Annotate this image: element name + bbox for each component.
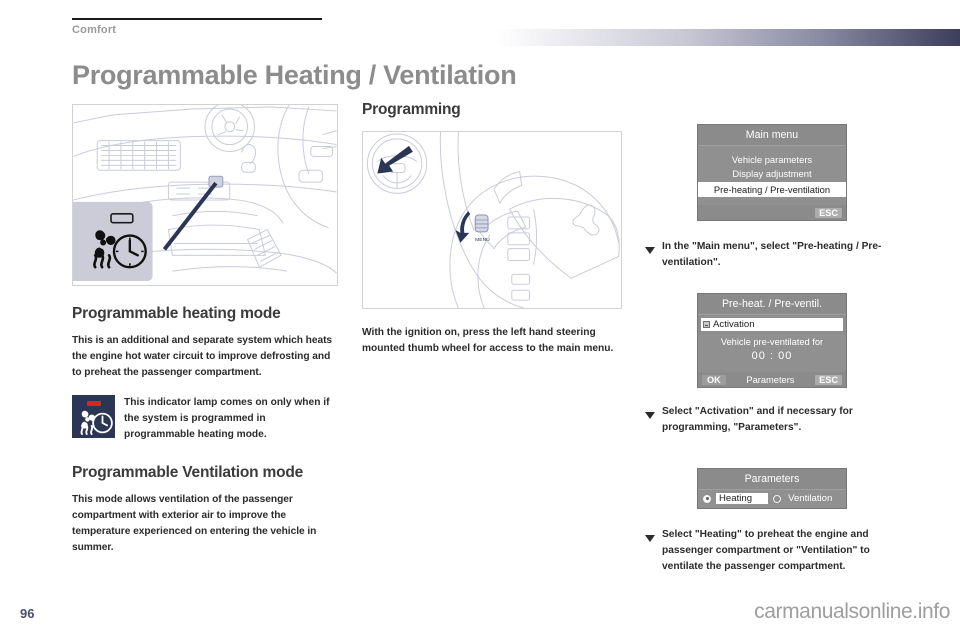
paragraph-programmable-heating: This is an additional and separate syste… <box>72 335 333 378</box>
instruction-1-text: In the "Main menu", select "Pre-heating … <box>662 241 882 268</box>
manual-page: Comfort Programmable Heating / Ventilati… <box>0 0 960 640</box>
dashboard-figure <box>72 104 338 286</box>
instruction-1: In the "Main menu", select "Pre-heating … <box>645 239 895 271</box>
left-column: Programmable heating mode This is an add… <box>72 104 338 556</box>
activation-label: Activation <box>713 319 755 330</box>
menu-item-vehicle-parameters[interactable]: Vehicle parameters <box>698 152 846 166</box>
ok-button[interactable]: OK <box>702 374 726 385</box>
bullet-arrow-icon <box>645 407 655 425</box>
screen-parameters[interactable]: Parameters Heating Ventilation <box>697 468 847 509</box>
right-column: Main menu Vehicle parameters Display adj… <box>645 124 895 575</box>
instruction-2-text: Select "Activation" and if necessary for… <box>662 406 853 433</box>
steering-wheel-figure: MENU <box>362 131 622 309</box>
indicator-callout <box>73 201 153 282</box>
screen-parameters-title: Parameters <box>698 469 846 490</box>
paragraph-programmable-ventilation: This mode allows ventilation of the pass… <box>72 494 317 553</box>
bullet-arrow-icon <box>645 530 655 548</box>
option-ventilation-label[interactable]: Ventilation <box>786 493 832 504</box>
indicator-note-text: This indicator lamp comes on only when i… <box>124 397 330 440</box>
header-gradient-bar <box>496 29 960 46</box>
heading-programmable-ventilation-mode: Programmable Ventilation mode <box>72 464 304 481</box>
menu-item-display-adjustment[interactable]: Display adjustment <box>698 166 846 180</box>
section-label: Comfort <box>72 24 117 36</box>
caption-programming: With the ignition on, press the left han… <box>362 327 614 354</box>
page-number: 96 <box>20 606 35 621</box>
screen-preheat-title: Pre-heat. / Pre-ventil. <box>698 294 846 315</box>
watermark: carmanualsonline.info <box>754 600 950 623</box>
heading-programming: Programming <box>362 101 461 118</box>
radio-ventilation-icon[interactable] <box>773 494 782 503</box>
middle-column: Programming MENU With the ignition on, p… <box>362 100 624 357</box>
activation-row[interactable]: Activation <box>701 318 843 331</box>
esc-button-main-menu[interactable]: ESC <box>815 207 842 218</box>
preventilated-time-value: 00 : 00 <box>751 350 793 362</box>
bullet-arrow-icon <box>645 242 655 260</box>
screen-preheat-body: Vehicle pre-ventilated for 00 : 00 <box>698 335 846 372</box>
heading-programmable-heating-mode: Programmable heating mode <box>72 305 281 322</box>
screen-main-menu-footer: ESC <box>698 205 846 220</box>
radio-heating-icon[interactable] <box>703 494 711 503</box>
preventilated-status-line: Vehicle pre-ventilated for <box>720 337 824 347</box>
svg-text:MENU: MENU <box>475 237 490 243</box>
preheating-indicator-icon <box>72 395 115 438</box>
instruction-3-text: Select "Heating" to preheat the engine a… <box>662 529 870 572</box>
page-title: Programmable Heating / Ventilation <box>72 60 517 90</box>
screen-main-menu-title: Main menu <box>698 125 846 146</box>
activation-checkbox-icon[interactable] <box>703 321 710 328</box>
screen-main-menu-body: Vehicle parameters Display adjustment Pr… <box>698 146 846 205</box>
option-heating-label[interactable]: Heating <box>716 493 769 504</box>
indicator-note: This indicator lamp comes on only when i… <box>72 395 338 443</box>
screen-preheat-footer: OK Parameters ESC <box>698 372 846 387</box>
parameters-button[interactable]: Parameters <box>746 375 794 385</box>
screen-preheat-preventil[interactable]: Pre-heat. / Pre-ventil. Activation Vehic… <box>697 293 847 388</box>
esc-button-preheat[interactable]: ESC <box>815 374 842 385</box>
instruction-2: Select "Activation" and if necessary for… <box>645 404 895 436</box>
instruction-3: Select "Heating" to preheat the engine a… <box>645 527 895 575</box>
menu-item-preheating-preventilation[interactable]: Pre-heating / Pre-ventilation <box>698 182 846 197</box>
header-rule <box>72 18 322 20</box>
parameters-options-row: Heating Ventilation <box>698 490 846 508</box>
screen-main-menu[interactable]: Main menu Vehicle parameters Display adj… <box>697 124 847 221</box>
